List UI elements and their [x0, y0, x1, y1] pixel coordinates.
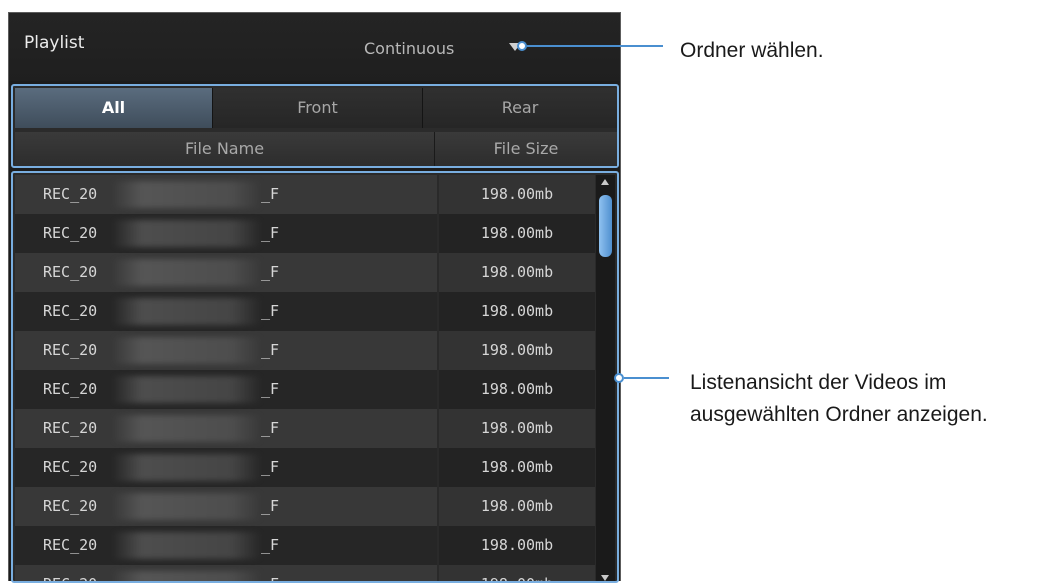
file-name-prefix: REC_20 [43, 497, 98, 515]
file-size-cell: 198.00mb [439, 292, 595, 331]
file-size-cell: 198.00mb [439, 175, 595, 214]
playlist-header: Playlist Continuous [9, 13, 620, 81]
playback-mode-label[interactable]: Continuous [364, 39, 454, 58]
file-name-suffix: _F [261, 263, 280, 281]
file-name-prefix: REC_20 [43, 536, 98, 554]
scrollbar-thumb[interactable] [599, 195, 612, 257]
callout-line-folder [527, 45, 663, 47]
redacted-text [112, 376, 262, 403]
file-size-cell: 198.00mb [439, 253, 595, 292]
scrollbar[interactable] [596, 175, 615, 581]
list-item[interactable]: REC_20 _F 198.00mb [15, 526, 595, 565]
file-name-suffix: _F [261, 497, 280, 515]
redacted-text [112, 181, 262, 208]
file-name-prefix: REC_20 [43, 380, 98, 398]
file-name-suffix: _F [261, 536, 280, 554]
file-name-prefix: REC_20 [43, 565, 97, 581]
file-name-prefix: REC_20 [43, 185, 98, 203]
file-name-prefix: REC_20 [43, 419, 98, 437]
folder-tabs-area: All Front Rear File Name File Size [11, 84, 619, 168]
playlist-title: Playlist [24, 33, 85, 53]
redacted-text [112, 493, 262, 520]
redacted-text [112, 259, 262, 286]
file-name-prefix: REC_20 [43, 224, 98, 242]
file-name-cell: REC_20 _F [15, 526, 437, 565]
file-size-cell: 198.00mb [439, 487, 595, 526]
arrow-up-icon[interactable] [601, 179, 609, 185]
arrow-down-icon[interactable] [601, 575, 609, 581]
list-item[interactable]: REC_20 _F 198.00mb [15, 292, 595, 331]
redacted-text [112, 298, 262, 325]
list-item[interactable]: REC_20 _F 198.00mb [15, 370, 595, 409]
file-name-suffix: _F [261, 458, 280, 476]
file-name-suffix: _F [261, 224, 280, 242]
list-item[interactable]: REC_20 _F 198.00mb [15, 253, 595, 292]
file-name-suffix: _F [261, 565, 279, 581]
list-item[interactable]: REC_20 _F 198.00mb [15, 487, 595, 526]
file-list: REC_20 _F 198.00mb REC_20 _F 198.00mb REC_20 _F… [11, 171, 619, 583]
file-name-suffix: _F [261, 380, 280, 398]
file-name-cell: REC_20 _F [15, 331, 437, 370]
tab-rear[interactable]: Rear [423, 88, 617, 128]
list-item[interactable]: REC_20 _F 198.00mb [15, 214, 595, 253]
file-name-cell: REC_20 _F [15, 409, 437, 448]
redacted-text [112, 532, 262, 559]
file-size-cell: 198.00mb [439, 526, 595, 565]
list-item[interactable]: REC_20 _F 198.00mb [15, 409, 595, 448]
redacted-text [112, 220, 262, 247]
file-size-cell: 198.00mb [439, 214, 595, 253]
callout-folder-select: Ordner wählen. [680, 39, 824, 62]
file-name-cell: REC_20 _F [15, 214, 437, 253]
file-name-cell: REC_20 _F [15, 253, 437, 292]
list-item[interactable]: REC_20 _F 198.00mb [15, 565, 595, 581]
file-name-suffix: _F [261, 341, 280, 359]
file-size-cell: 198.00mb [439, 565, 595, 581]
file-size-cell: 198.00mb [439, 331, 595, 370]
file-size-cell: 198.00mb [439, 370, 595, 409]
callout-list-view-line2: ausgewählten Ordner anzeigen. [690, 403, 988, 426]
file-name-prefix: REC_20 [43, 263, 98, 281]
list-item[interactable]: REC_20 _F 198.00mb [15, 448, 595, 487]
callout-line-list [624, 377, 669, 379]
callout-list-view-line1: Listenansicht der Videos im [690, 371, 947, 394]
column-header-file-size[interactable]: File Size [435, 132, 617, 166]
column-header-file-name[interactable]: File Name [15, 132, 435, 166]
file-name-suffix: _F [261, 185, 280, 203]
redacted-text [112, 415, 262, 442]
list-item[interactable]: REC_20 _F 198.00mb [15, 331, 595, 370]
file-name-suffix: _F [261, 302, 280, 320]
file-name-cell: REC_20 _F [15, 448, 437, 487]
file-name-prefix: REC_20 [43, 458, 98, 476]
file-name-cell: REC_20 _F [15, 175, 437, 214]
callout-marker-folder [517, 41, 527, 51]
file-name-cell: REC_20 _F [15, 487, 437, 526]
redacted-text [112, 337, 262, 364]
file-name-cell: REC_20 _F [15, 292, 437, 331]
file-size-cell: 198.00mb [439, 448, 595, 487]
list-item[interactable]: REC_20 _F 198.00mb [15, 175, 595, 214]
file-name-prefix: REC_20 [43, 341, 98, 359]
callout-marker-list [614, 373, 624, 383]
tab-all[interactable]: All [15, 88, 213, 128]
file-name-suffix: _F [261, 419, 280, 437]
redacted-text [112, 571, 262, 581]
file-name-cell: REC_20 _F [15, 565, 437, 581]
redacted-text [112, 454, 262, 481]
file-size-cell: 198.00mb [439, 409, 595, 448]
file-name-prefix: REC_20 [43, 302, 98, 320]
file-name-cell: REC_20 _F [15, 370, 437, 409]
tab-front[interactable]: Front [213, 88, 423, 128]
